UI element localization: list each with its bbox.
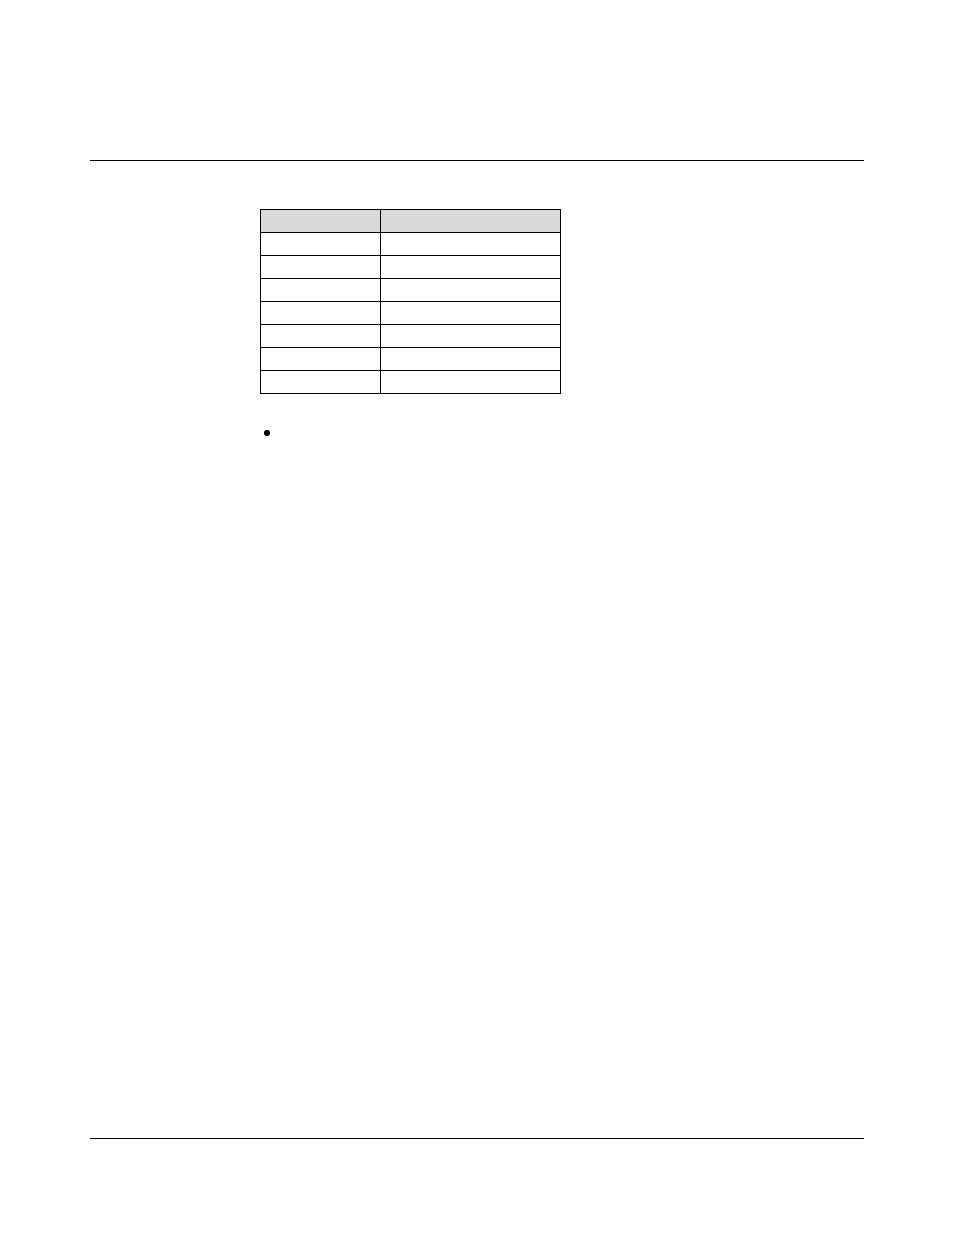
table-row — [261, 371, 561, 394]
table-cell — [261, 256, 381, 279]
table-cell — [261, 348, 381, 371]
table-row — [261, 279, 561, 302]
table-row — [261, 302, 561, 325]
body-column — [260, 209, 854, 394]
table-cell — [381, 302, 561, 325]
footer-rule — [90, 1138, 864, 1140]
table-cell — [381, 256, 561, 279]
table-header-row — [261, 210, 561, 233]
table-cell — [261, 302, 381, 325]
page — [0, 0, 954, 1235]
table-cell — [261, 279, 381, 302]
table-header-cell — [261, 210, 381, 233]
table-cell — [381, 371, 561, 394]
table-cell — [261, 233, 381, 256]
table-container — [260, 209, 854, 394]
table-cell — [261, 325, 381, 348]
table-cell — [381, 348, 561, 371]
table-row — [261, 233, 561, 256]
table-cell — [381, 233, 561, 256]
table-cell — [381, 325, 561, 348]
table-header-cell — [381, 210, 561, 233]
table-row — [261, 256, 561, 279]
table-cell — [381, 279, 561, 302]
table-row — [261, 325, 561, 348]
page-header — [90, 120, 864, 161]
table-row — [261, 348, 561, 371]
table-cell — [261, 371, 381, 394]
data-table — [260, 209, 561, 394]
